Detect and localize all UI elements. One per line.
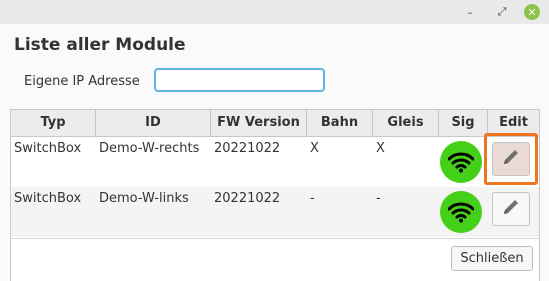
dialog-title: Liste aller Module: [14, 35, 186, 55]
pencil-icon: [500, 196, 522, 222]
cell-typ: SwitchBox: [14, 141, 82, 156]
close-window-icon[interactable]: ✕: [524, 4, 540, 20]
header-fw-version[interactable]: FW Version: [211, 110, 307, 136]
window-titlebar: – ⤢ ✕: [0, 0, 549, 24]
footer-divider: [11, 238, 539, 239]
header-sig[interactable]: Sig: [439, 110, 488, 136]
header-id[interactable]: ID: [96, 110, 211, 136]
header-bahn[interactable]: Bahn: [307, 110, 373, 136]
cell-gleis: -: [376, 191, 381, 206]
header-gleis[interactable]: Gleis: [373, 110, 439, 136]
cell-id: Demo-W-links: [99, 191, 189, 206]
pencil-icon: [500, 146, 522, 172]
cell-fw-version: 20221022: [214, 191, 281, 206]
cell-gleis: X: [376, 141, 385, 156]
close-button[interactable]: Schließen: [451, 246, 533, 271]
cell-bahn: X: [310, 141, 319, 156]
edit-button[interactable]: [492, 192, 530, 226]
cell-id: Demo-W-rechts: [99, 141, 200, 156]
wifi-signal-icon: [440, 191, 482, 233]
table-row[interactable]: SwitchBox Demo-W-links 20221022 - -: [11, 187, 539, 237]
maximize-icon[interactable]: ⤢: [494, 4, 510, 20]
cell-bahn: -: [310, 191, 315, 206]
ip-address-input[interactable]: [154, 68, 325, 92]
minimize-icon[interactable]: –: [462, 4, 478, 20]
cell-typ: SwitchBox: [14, 191, 82, 206]
ip-address-label: Eigene IP Adresse: [24, 74, 140, 89]
table-row[interactable]: SwitchBox Demo-W-rechts 20221022 X X: [11, 137, 539, 187]
cell-fw-version: 20221022: [214, 141, 281, 156]
wifi-signal-icon: [440, 141, 482, 183]
header-edit[interactable]: Edit: [488, 110, 539, 136]
header-typ[interactable]: Typ: [11, 110, 96, 136]
edit-button[interactable]: [492, 142, 530, 176]
table-header: Typ ID FW Version Bahn Gleis Sig Edit: [11, 110, 539, 137]
